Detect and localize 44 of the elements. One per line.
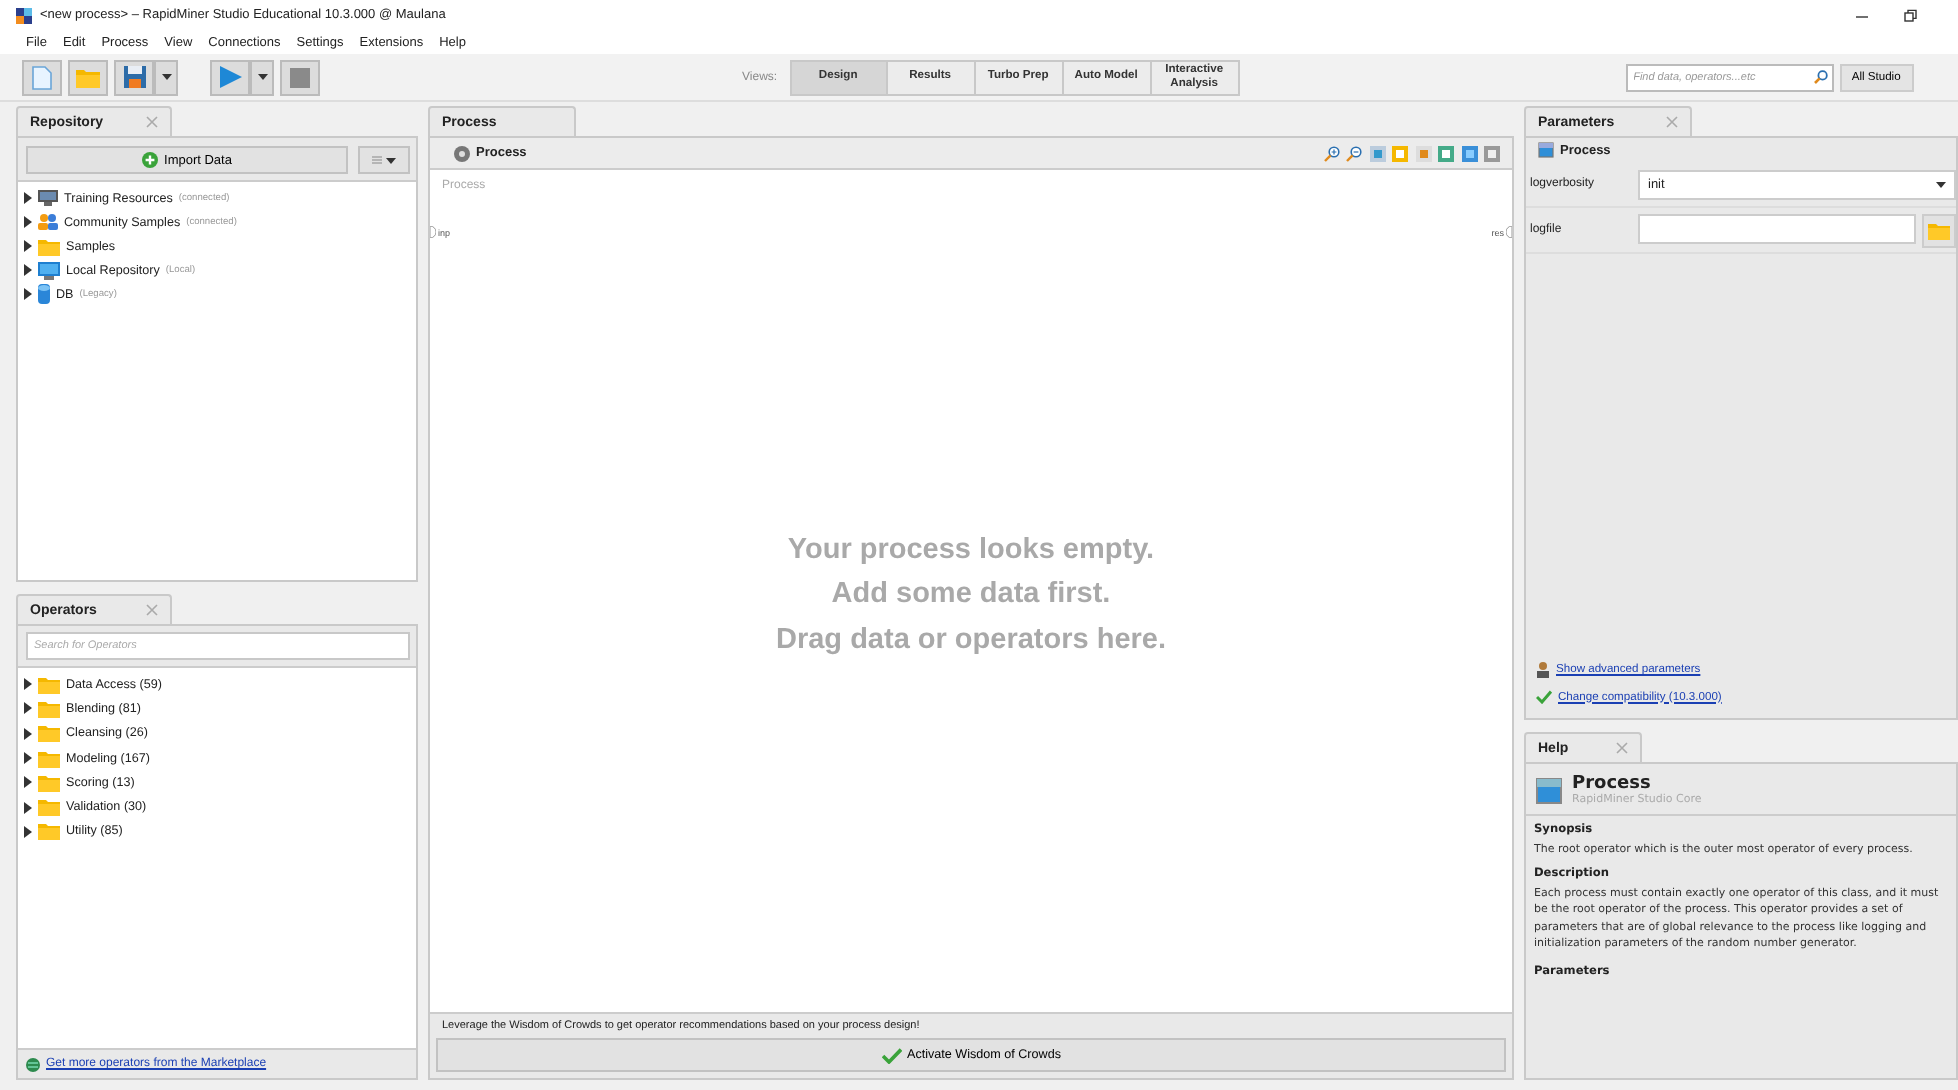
folder-icon xyxy=(38,724,60,743)
process-icon xyxy=(454,145,470,161)
check-icon xyxy=(881,1047,901,1063)
play-icon xyxy=(219,66,241,88)
empty-message: Add some data first. xyxy=(831,576,1111,615)
run-menu-button[interactable] xyxy=(250,59,274,95)
input-field[interactable] xyxy=(1638,213,1916,243)
folder-icon xyxy=(38,237,60,255)
help-title: Process xyxy=(1572,774,1651,794)
database-icon xyxy=(38,284,50,304)
stop-icon xyxy=(290,67,310,87)
folder-icon xyxy=(1928,221,1950,239)
menu-icon xyxy=(372,156,382,164)
app-logo xyxy=(16,7,32,23)
monitor-icon xyxy=(38,261,60,279)
caret-icon xyxy=(257,72,267,82)
process-icon xyxy=(1538,142,1554,158)
plus-icon xyxy=(142,152,159,168)
caret-icon xyxy=(386,155,396,165)
person-icon xyxy=(1536,662,1550,678)
menu-button[interactable] xyxy=(358,146,410,174)
document-icon xyxy=(32,65,52,89)
caret-icon xyxy=(1936,179,1946,189)
empty-message: Your process looks empty. xyxy=(787,531,1155,570)
zoom-out-icon[interactable] xyxy=(1346,145,1362,161)
search-icon xyxy=(1813,70,1828,84)
tile-icon[interactable] xyxy=(1461,145,1477,161)
empty-message: Drag data or operators here. xyxy=(776,621,1166,660)
folder-icon xyxy=(76,67,100,87)
folder-icon xyxy=(38,699,60,718)
monitor-icon xyxy=(38,190,58,206)
caret-icon xyxy=(161,72,171,82)
folder-icon xyxy=(38,749,60,768)
zoom-in-icon[interactable] xyxy=(1323,145,1339,161)
save-button[interactable] xyxy=(114,59,154,95)
folder-icon xyxy=(38,675,60,694)
people-icon xyxy=(38,214,58,230)
check-icon xyxy=(1536,690,1552,704)
save-menu-button[interactable] xyxy=(154,59,178,95)
folder-icon xyxy=(38,798,60,817)
process-icon xyxy=(1536,777,1562,803)
restore-icon[interactable] xyxy=(1902,7,1918,23)
folder-icon xyxy=(38,822,60,841)
folder-icon xyxy=(38,773,60,792)
